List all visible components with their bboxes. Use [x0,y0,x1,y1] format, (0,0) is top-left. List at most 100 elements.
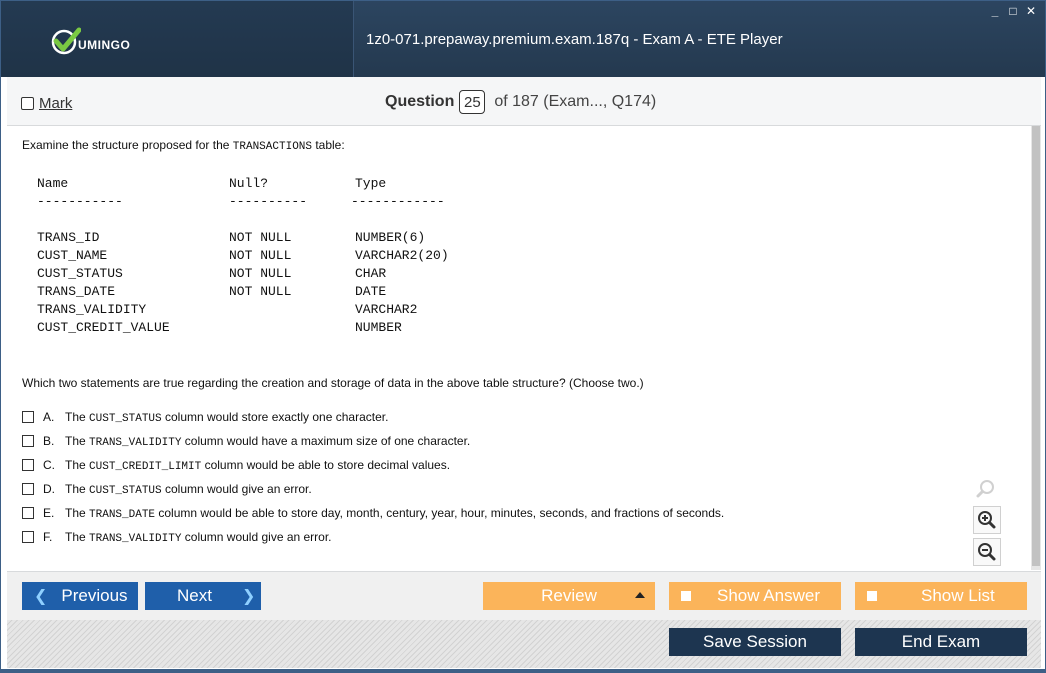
option-letter: C. [43,458,55,472]
cell-type: NUMBER [355,320,402,335]
option-code: TRANS_DATE [89,508,156,521]
scrollbar-thumb[interactable] [1032,126,1040,566]
option-text-pre: The [65,457,90,472]
triangle-up-icon [635,592,645,598]
option-code: CUST_STATUS [89,412,162,425]
question-prompt: Examine the structure proposed for the T… [22,138,345,153]
option-text: The TRANS_VALIDITY column would have a m… [65,434,470,449]
cell-name: TRANS_DATE [37,284,116,299]
check-logo-icon [51,27,81,55]
zoom-in-button[interactable] [973,506,1001,534]
zoom-controls [973,476,1003,570]
review-button[interactable]: Review [483,582,655,610]
mark-label: Mark [39,95,73,112]
minimize-icon[interactable]: _ [989,4,1001,18]
cell-type: VARCHAR2(20) [355,248,449,263]
option-f[interactable]: F. The TRANS_VALIDITY column would give … [22,525,724,549]
answer-options: A. The CUST_STATUS column would store ex… [22,405,724,549]
window-title: 1z0-071.prepaway.premium.exam.187q - Exa… [366,31,783,48]
option-letter: B. [43,434,55,448]
cell-type: DATE [355,284,387,299]
cell-null: NOT NULL [229,230,292,245]
title-bar: UMINGO 1z0-071.prepaway.premium.exam.187… [1,1,1045,77]
option-d[interactable]: D. The CUST_STATUS column would give an … [22,477,724,501]
cell-null: NOT NULL [229,266,292,281]
cell-name: TRANS_ID [37,230,100,245]
save-session-button[interactable]: Save Session [669,628,841,656]
zoom-out-button[interactable] [973,538,1001,566]
option-code: TRANS_VALIDITY [89,532,182,545]
question-label: Question [385,93,455,110]
option-e-checkbox[interactable] [22,507,34,519]
logo: UMINGO [51,27,130,55]
question-content: Examine the structure proposed for the T… [7,126,1033,570]
question-header: Mark Question 25 of 187 (Exam..., Q174) [7,77,1041,126]
option-text-post: column would store exactly one character… [161,409,389,424]
header-null: Null? [229,176,269,191]
option-text: The CUST_STATUS column would store exact… [65,410,388,425]
option-c[interactable]: C. The CUST_CREDIT_LIMIT column would be… [22,453,724,477]
option-text-post: column would have a maximum size of one … [181,433,471,448]
option-text: The TRANS_VALIDITY column would give an … [65,530,332,545]
option-text: The TRANS_DATE column would be able to s… [65,506,724,521]
option-text-post: column would be able to store day, month… [155,505,725,520]
mark-checkbox-box[interactable] [21,97,34,110]
window-bottom-edge [1,669,1045,672]
bottom-bar: Save Session End Exam [7,620,1041,668]
show-list-button[interactable]: Show List [855,582,1027,610]
question-number-input[interactable]: 25 [459,90,486,114]
question-text: Which two statements are true regarding … [22,376,644,390]
option-text-post: column would give an error. [181,529,332,544]
cell-type: VARCHAR2 [355,302,418,317]
option-a-checkbox[interactable] [22,411,34,423]
prompt-table-name: TRANSACTIONS [232,141,312,153]
show-list-label: Show List [921,586,995,605]
zoom-reset-button[interactable] [973,476,999,502]
header-name: Name [37,176,69,191]
option-letter: E. [43,506,55,520]
prompt-text-after: table: [312,138,345,152]
logo-area: UMINGO [1,1,354,77]
maximize-icon[interactable]: □ [1007,4,1019,18]
option-e[interactable]: E. The TRANS_DATE column would be able t… [22,501,724,525]
separator-null: ---------- [229,194,308,209]
show-answer-checkbox[interactable] [681,591,691,601]
chevron-left-icon: ❮ [34,588,48,605]
cell-name: CUST_NAME [37,248,108,263]
question-of-text: of 187 (Exam..., Q174) [494,93,657,110]
option-c-checkbox[interactable] [22,459,34,471]
review-label: Review [541,586,597,605]
option-text: The CUST_CREDIT_LIMIT column would be ab… [65,458,450,473]
separator-type: ------------ [351,194,445,209]
content-scrollbar[interactable] [1031,126,1041,570]
window-controls: _ □ ✕ [989,4,1037,18]
next-label: Next [177,586,212,605]
show-answer-button[interactable]: Show Answer [669,582,841,610]
previous-label: Previous [61,586,128,605]
logo-text: UMINGO [78,38,131,52]
option-b-checkbox[interactable] [22,435,34,447]
option-text-pre: The [65,409,90,424]
option-text-pre: The [65,433,90,448]
header-type: Type [355,176,387,191]
option-f-checkbox[interactable] [22,531,34,543]
previous-button[interactable]: ❮ Previous [22,582,138,610]
next-button[interactable]: Next ❯ [145,582,261,610]
option-code: CUST_CREDIT_LIMIT [89,460,202,473]
end-exam-button[interactable]: End Exam [855,628,1027,656]
close-icon[interactable]: ✕ [1025,4,1037,18]
option-d-checkbox[interactable] [22,483,34,495]
option-a[interactable]: A. The CUST_STATUS column would store ex… [22,405,724,429]
question-navigator: Question 25 of 187 (Exam..., Q174) [385,90,656,114]
option-letter: D. [43,482,55,496]
option-text-post: column would give an error. [161,481,312,496]
mark-checkbox[interactable]: Mark [21,95,72,112]
prompt-text-before: Examine the structure proposed for the [22,138,233,152]
option-text: The CUST_STATUS column would give an err… [65,482,312,497]
show-answer-label: Show Answer [717,586,820,605]
option-b[interactable]: B. The TRANS_VALIDITY column would have … [22,429,724,453]
zoom-icon [976,480,994,498]
app-window: UMINGO 1z0-071.prepaway.premium.exam.187… [0,0,1046,673]
show-list-checkbox[interactable] [867,591,877,601]
navigation-bar: ❮ Previous Next ❯ Review Show Answer Sho… [7,571,1041,620]
